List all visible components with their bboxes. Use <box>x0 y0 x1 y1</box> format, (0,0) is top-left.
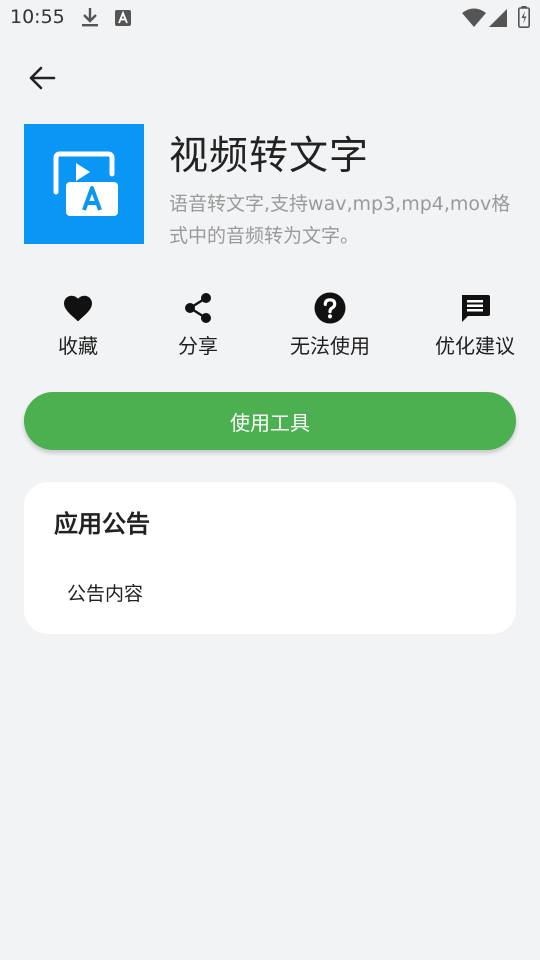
share-label: 分享 <box>178 334 218 358</box>
video-to-text-icon <box>53 151 118 216</box>
suggestion-button[interactable]: 优化建议 <box>430 290 520 360</box>
cannot-use-button[interactable]: 无法使用 <box>285 290 375 360</box>
download-icon <box>80 7 100 33</box>
text-a-icon <box>114 9 132 31</box>
app-title: 视频转文字 <box>169 134 370 179</box>
use-tool-button[interactable]: 使用工具 <box>24 392 516 450</box>
notice-card: 应用公告 公告内容 <box>24 482 516 634</box>
message-icon <box>462 295 490 322</box>
notice-title: 应用公告 <box>54 510 150 538</box>
status-time: 10:55 <box>10 6 65 28</box>
app-description: 语音转文字,支持wav,mp3,mp4,mov格式中的音频转为文字。 <box>169 193 511 247</box>
app-icon <box>24 124 144 244</box>
suggestion-label: 优化建议 <box>435 334 515 358</box>
wifi-icon <box>462 8 486 32</box>
favorite-button[interactable]: 收藏 <box>48 290 108 360</box>
share-button[interactable]: 分享 <box>168 290 228 360</box>
help-icon <box>314 292 346 324</box>
battery-charging-icon <box>518 6 530 32</box>
arrow-left-icon <box>29 66 56 90</box>
signal-icon <box>488 8 508 32</box>
share-icon <box>185 293 211 323</box>
back-button[interactable] <box>22 58 62 98</box>
status-bar: 10:55 <box>0 0 540 36</box>
cannot-use-label: 无法使用 <box>290 334 370 358</box>
favorite-label: 收藏 <box>58 334 98 358</box>
notice-content: 公告内容 <box>67 583 144 605</box>
heart-icon <box>64 295 92 322</box>
